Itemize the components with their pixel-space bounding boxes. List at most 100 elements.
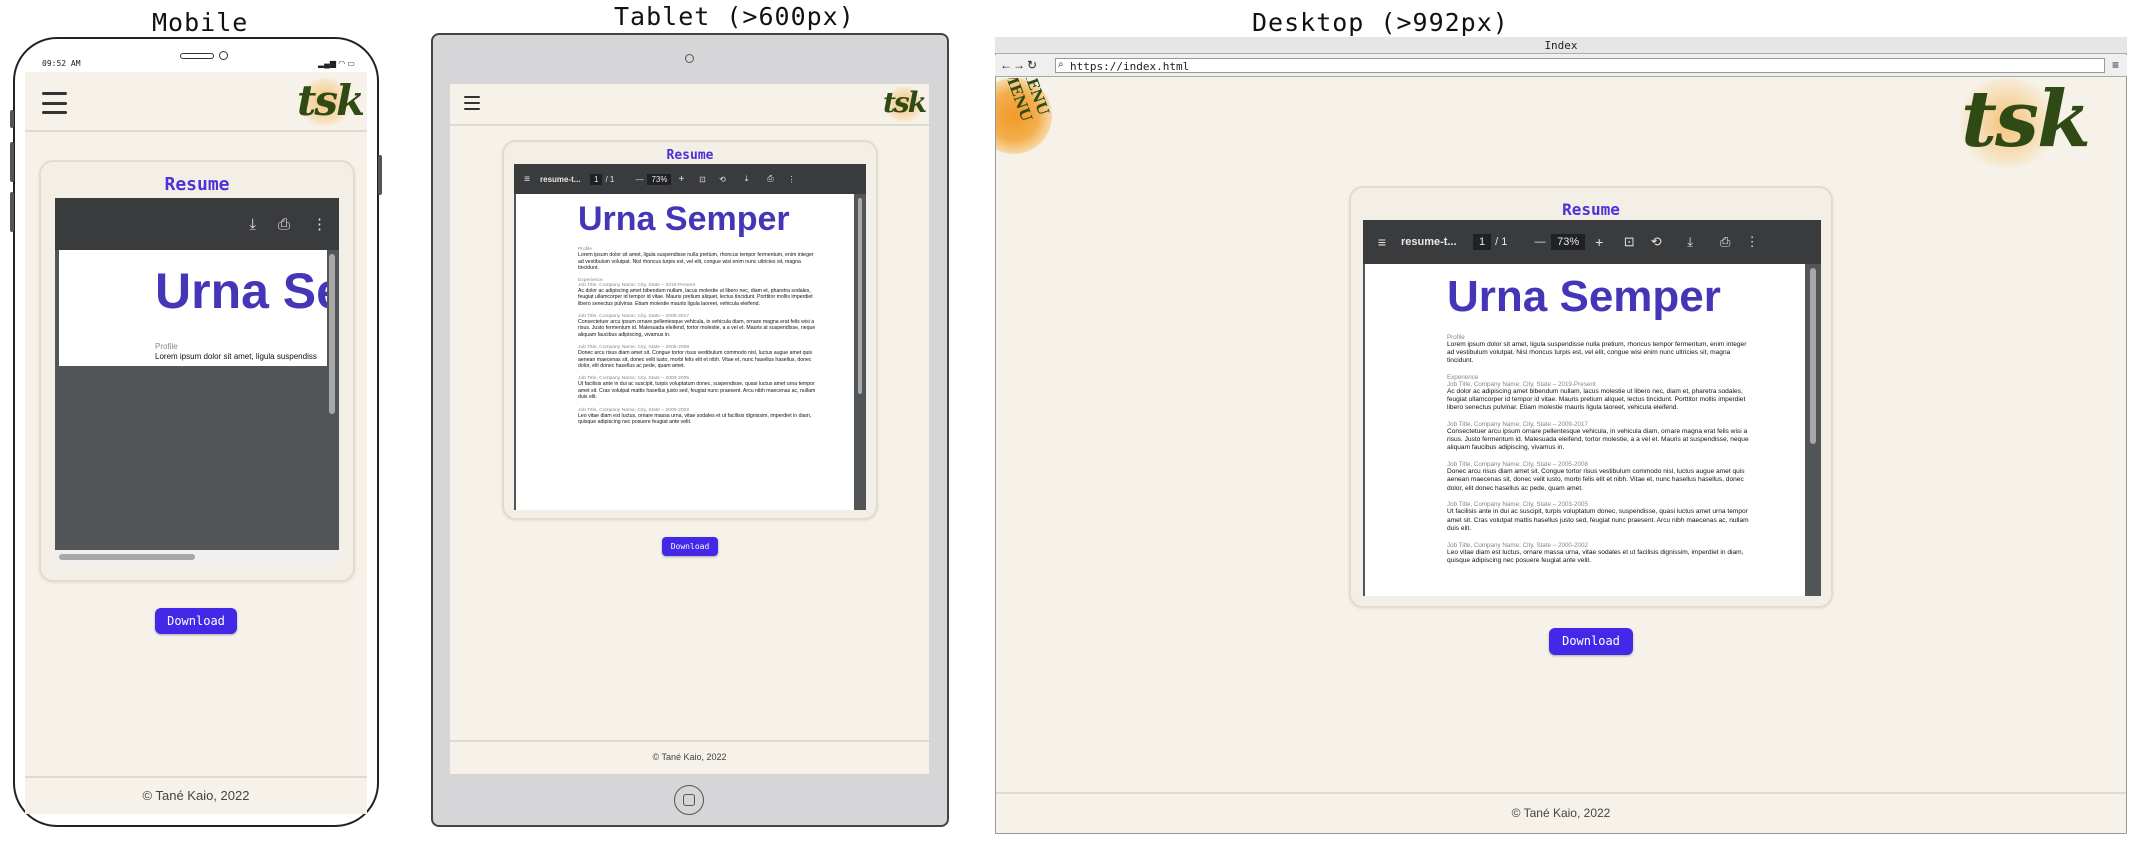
home-button[interactable] bbox=[683, 794, 695, 806]
pdf-viewer: ⤓ ⎙ ⋮ Urna Se Profile Lorem ipsum dolor … bbox=[55, 198, 339, 564]
print-icon[interactable]: ⎙ bbox=[761, 174, 779, 184]
resume-job-text: Ac dolor ac adipiscing amet bibendum nul… bbox=[578, 287, 813, 307]
page-count: / 1 bbox=[605, 174, 615, 184]
resume-job-text: Donec arcu risus diam amet sit. Congue t… bbox=[578, 350, 813, 370]
desktop-page: MENU MENU tsk Resume ≡ resume-t... 1 / 1… bbox=[996, 78, 2126, 834]
zoom-in-icon[interactable]: + bbox=[671, 174, 691, 185]
sidebar-menu-icon[interactable]: ≡ bbox=[514, 174, 540, 185]
pdf-page: Urna Se Profile Lorem ipsum dolor sit am… bbox=[59, 250, 327, 366]
resume-experience-label: Experience bbox=[1447, 373, 1479, 381]
horizontal-scrollbar-track bbox=[55, 550, 339, 564]
footer: © Tané Kaio, 2022 bbox=[996, 792, 2126, 834]
page-count: / 1 bbox=[1495, 236, 1508, 248]
download-button[interactable]: Download bbox=[662, 537, 718, 556]
download-button[interactable]: Download bbox=[1549, 628, 1633, 655]
more-options-icon[interactable]: ⋮ bbox=[1737, 234, 1767, 250]
download-icon[interactable]: ⤓ bbox=[1667, 234, 1713, 250]
tablet-label: Tablet (>600px) bbox=[614, 2, 855, 31]
browser-menu-icon[interactable]: ≡ bbox=[2112, 58, 2119, 72]
pdf-heading: Urna Se bbox=[155, 263, 327, 319]
resume-profile-text: Lorem ipsum dolor sit amet, ligula suspe… bbox=[1447, 341, 1747, 365]
pdf-profile-text: Lorem ipsum dolor sit amet, ligula suspe… bbox=[155, 352, 317, 361]
logo[interactable]: tsk bbox=[297, 76, 365, 125]
forward-icon[interactable]: → bbox=[1013, 58, 1025, 72]
resume-job-title: Job Title, Company Name; City, State – 2… bbox=[1447, 501, 1588, 509]
pdf-heading: Urna Semper bbox=[1447, 272, 1721, 321]
zoom-out-icon[interactable]: — bbox=[1529, 236, 1551, 248]
logo[interactable]: tsk bbox=[1961, 78, 2091, 165]
pdf-viewer: ≡ resume-t... 1 / 1 — 73% + ⊡ ⟲ ⤓ ⎙ ⋮ Ur… bbox=[514, 164, 866, 510]
fit-page-icon[interactable]: ⊡ bbox=[1613, 234, 1645, 250]
resume-profile-text: Lorem ipsum dolor sit amet, ligula suspe… bbox=[578, 252, 814, 271]
resume-job-text: Consectetuer arcu ipsum ornare pellentes… bbox=[578, 318, 816, 338]
fit-page-icon[interactable]: ⊡ bbox=[691, 175, 713, 184]
footer: © Tané Kaio, 2022 bbox=[450, 740, 929, 774]
zoom-in-icon[interactable]: + bbox=[1585, 234, 1613, 250]
resume-job-title: Job Title, Company Name; City, State – 2… bbox=[1447, 461, 1588, 469]
reload-icon[interactable]: ↻ bbox=[1027, 58, 1037, 72]
page-number-input[interactable]: 1 bbox=[590, 173, 603, 185]
mobile-screen: tsk Resume ⤓ ⎙ ⋮ Urna Se Profile Lorem i… bbox=[25, 72, 367, 814]
pdf-toolbar: ≡ resume-t... 1 / 1 — 73% + ⊡ ⟲ ⤓ ⎙ ⋮ bbox=[514, 164, 866, 194]
zoom-out-icon[interactable]: — bbox=[631, 175, 647, 184]
resume-job-title: Job Title, Company Name; City, State – 2… bbox=[1447, 420, 1588, 428]
vertical-scrollbar[interactable] bbox=[858, 198, 862, 394]
window-title: Index bbox=[995, 37, 2127, 54]
desktop-label: Desktop (>992px) bbox=[1252, 8, 1509, 37]
zoom-input[interactable]: 73% bbox=[647, 173, 672, 185]
horizontal-scrollbar[interactable] bbox=[59, 554, 195, 560]
pdf-filename: resume-t... bbox=[540, 174, 581, 184]
pdf-filename: resume-t... bbox=[1401, 236, 1457, 248]
status-time: 09:52 AM bbox=[42, 59, 81, 68]
resume-job-text: Ut facilisis ante in dui ac suscipit, tu… bbox=[578, 381, 816, 401]
back-icon[interactable]: ← bbox=[1000, 58, 1012, 72]
menu-sun-badge[interactable]: MENU MENU bbox=[996, 78, 1076, 180]
status-icons: ▂▄▆ ◠ ▭ bbox=[318, 59, 355, 68]
rotate-icon[interactable]: ⟲ bbox=[1645, 234, 1667, 250]
footer: © Tané Kaio, 2022 bbox=[25, 776, 367, 814]
pdf-page: Urna Semper Profile Lorem ipsum dolor sit… bbox=[1365, 264, 1805, 596]
vertical-scrollbar[interactable] bbox=[329, 254, 335, 414]
card-title: Resume bbox=[666, 148, 714, 163]
resume-card: Resume ≡ resume-t... 1 / 1 — 73% + ⊡ ⟲ ⤓… bbox=[1349, 186, 1833, 608]
more-options-icon[interactable]: ⋮ bbox=[779, 175, 803, 184]
logo[interactable]: tsk bbox=[883, 86, 927, 119]
resume-job-text: Ac dolor ac adipiscing amet bibendum nul… bbox=[1447, 387, 1746, 412]
pdf-viewer: ≡ resume-t... 1 / 1 — 73% + ⊡ ⟲ ⤓ ⎙ ⋮ Ur… bbox=[1363, 220, 1821, 596]
mobile-label: Mobile bbox=[152, 8, 249, 37]
hamburger-menu-icon[interactable] bbox=[464, 96, 480, 110]
zoom-input[interactable]: 73% bbox=[1551, 234, 1586, 250]
download-button[interactable]: Download bbox=[155, 608, 237, 634]
pdf-toolbar: ≡ resume-t... 1 / 1 — 73% + ⊡ ⟲ ⤓ ⎙ ⋮ bbox=[1363, 220, 1821, 264]
print-icon[interactable]: ⎙ bbox=[1713, 234, 1737, 250]
resume-card: Resume ≡ resume-t... 1 / 1 — 73% + ⊡ ⟲ ⤓… bbox=[502, 140, 878, 520]
tablet-screen: tsk Resume ≡ resume-t... 1 / 1 — 73% + ⊡… bbox=[450, 84, 929, 774]
rotate-icon[interactable]: ⟲ bbox=[713, 175, 731, 184]
download-icon[interactable]: ⤓ bbox=[731, 174, 761, 184]
page-number-input[interactable]: 1 bbox=[1473, 234, 1492, 250]
print-icon[interactable]: ⎙ bbox=[278, 216, 290, 233]
resume-job-title: Job Title, Company Name; City, State – 2… bbox=[1447, 380, 1596, 388]
resume-job-text: Leo vitae diam est luctus, ornare massa … bbox=[1447, 548, 1744, 564]
resume-job-text: Consectetuer arcu ipsum ornare pellentes… bbox=[1447, 427, 1749, 452]
more-options-icon[interactable]: ⋮ bbox=[312, 215, 327, 233]
download-icon[interactable]: ⤓ bbox=[249, 216, 256, 233]
vertical-scrollbar[interactable] bbox=[1810, 268, 1816, 444]
card-title: Resume bbox=[164, 174, 230, 195]
resume-profile-label: Profile bbox=[1447, 334, 1465, 341]
resume-job-title: Job Title, Company Name; City, State – 2… bbox=[1447, 541, 1588, 549]
resume-job-text: Ut facilisis ante in dui ac suscipit, tu… bbox=[1447, 508, 1749, 532]
browser-toolbar: ← → ↻ ⌕ https://index.html ≡ bbox=[995, 55, 2127, 77]
url-text: https://index.html bbox=[1070, 60, 1190, 73]
pdf-profile-label: Profile bbox=[155, 342, 178, 351]
pdf-heading: Urna Semper bbox=[578, 200, 790, 238]
address-bar[interactable]: ⌕ https://index.html bbox=[1055, 58, 2105, 73]
pdf-toolbar: ⤓ ⎙ ⋮ bbox=[55, 198, 339, 250]
search-icon: ⌕ bbox=[1058, 59, 1064, 70]
sidebar-menu-icon[interactable]: ≡ bbox=[1363, 234, 1401, 250]
resume-job-text: Leo vitae diam est luctus, ornare massa … bbox=[578, 412, 812, 426]
hamburger-menu-icon[interactable] bbox=[42, 92, 67, 114]
card-title: Resume bbox=[1562, 200, 1620, 219]
pdf-page: Urna Semper Profile Lorem ipsum dolor sit… bbox=[516, 194, 854, 510]
resume-card: Resume ⤓ ⎙ ⋮ Urna Se Profile Lorem ipsum… bbox=[39, 160, 355, 582]
